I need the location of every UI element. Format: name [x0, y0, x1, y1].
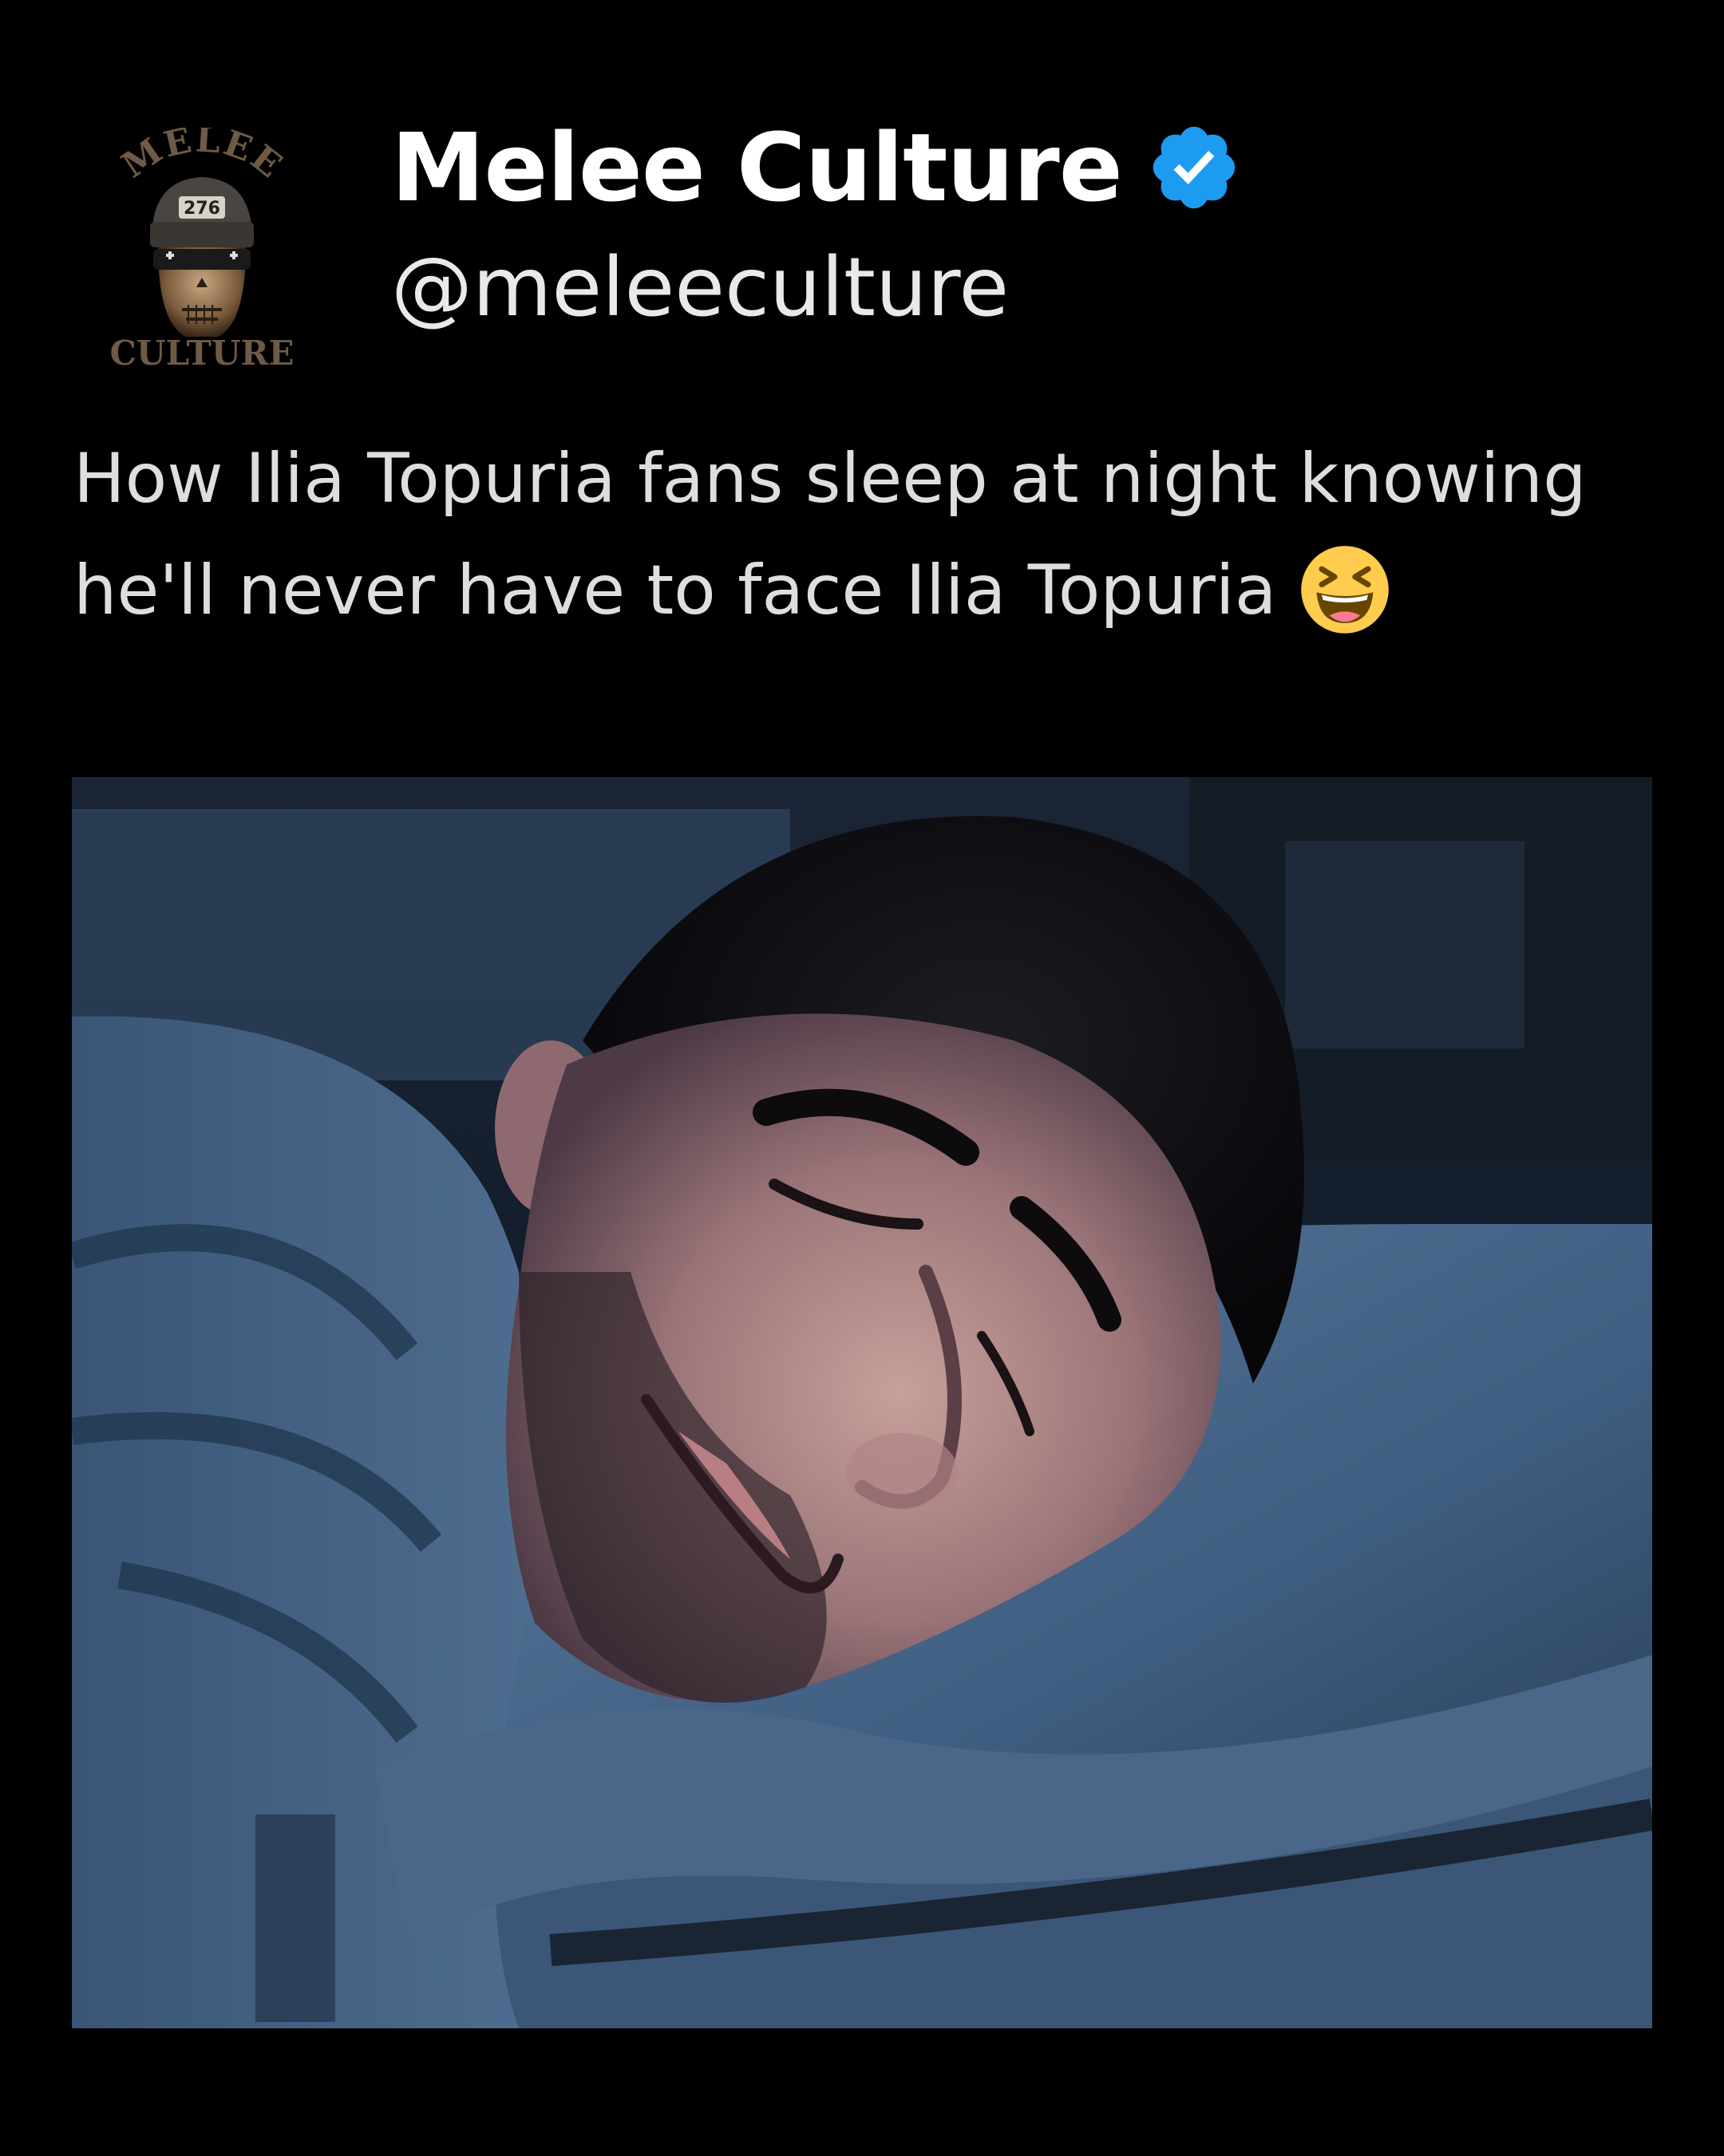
- tweet-media-photo[interactable]: [72, 777, 1652, 2028]
- tweet-text: How Ilia Topuria fans sleep at night kno…: [73, 423, 1622, 646]
- author-name-row: Melee Culture: [391, 120, 1242, 215]
- sleeping-man-photo-icon: [72, 777, 1652, 2028]
- svg-text:CULTURE: CULTURE: [110, 334, 295, 367]
- tweet-card: MELEE 276 CULTURE Melee Culture @meleecu…: [0, 0, 1724, 2156]
- author-handle[interactable]: @meleeculture: [391, 247, 1009, 329]
- avatar[interactable]: MELEE 276 CULTURE: [102, 119, 302, 373]
- grinning-squinting-face-emoji-icon: [1301, 545, 1390, 634]
- svg-text:276: 276: [184, 199, 220, 219]
- melee-culture-logo-icon: MELEE 276 CULTURE: [110, 119, 295, 373]
- verified-badge-icon: [1153, 126, 1235, 209]
- display-name[interactable]: Melee Culture: [391, 120, 1123, 215]
